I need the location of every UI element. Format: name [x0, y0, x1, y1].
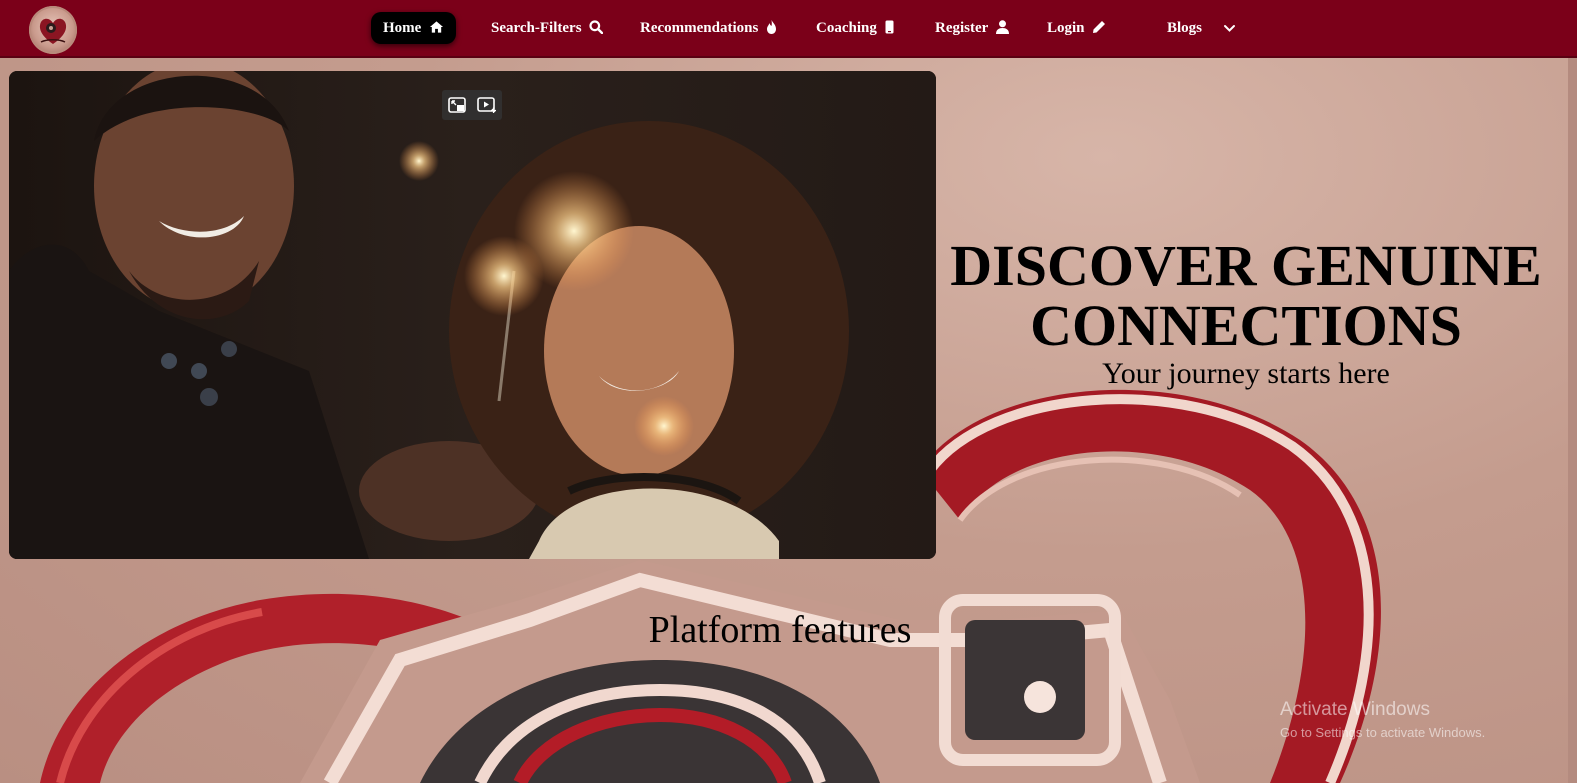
fire-icon [767, 20, 777, 34]
nav-register-label: Register [935, 20, 989, 36]
video-controls [442, 90, 502, 120]
activation-line2: Go to Settings to activate Windows. [1280, 725, 1486, 740]
nav-recommendations[interactable]: Recommendations [640, 12, 777, 44]
home-icon [430, 21, 444, 33]
hero-video[interactable] [9, 71, 936, 559]
nav-coaching[interactable]: Coaching [816, 12, 894, 44]
nav-register[interactable]: Register [935, 12, 1009, 44]
hero-title: DISCOVER GENUINE CONNECTIONS [950, 233, 1542, 358]
nav-search-filters-label: Search-Filters [491, 20, 582, 36]
nav-search-filters[interactable]: Search-Filters [491, 12, 604, 44]
nav-recommendations-label: Recommendations [640, 20, 759, 36]
phone-icon [885, 20, 894, 34]
chevron-down-icon [1223, 25, 1235, 32]
nav-blogs-label: Blogs [1167, 20, 1203, 36]
picture-in-picture-icon[interactable] [446, 94, 468, 116]
nav-home-label: Home [383, 20, 422, 36]
activation-line1: Activate Windows [1280, 699, 1430, 720]
windows-activation-watermark: Activate Windows Go to Settings to activ… [1280, 698, 1485, 742]
nav-coaching-label: Coaching [816, 20, 877, 36]
site-logo[interactable] [29, 6, 77, 54]
nav-blogs[interactable]: Blogs [1167, 12, 1236, 44]
nav-login[interactable]: Login [1047, 12, 1106, 44]
nav-home[interactable]: Home [371, 12, 457, 44]
platform-features-title: Platform features [648, 609, 912, 651]
user-icon [995, 20, 1009, 34]
hero-subtitle: Your journey starts here [1102, 357, 1390, 390]
video-play-icon[interactable] [475, 94, 497, 116]
top-navbar: Home Search-Filters Recommendations Coac… [0, 0, 1577, 58]
video-frame [9, 71, 936, 559]
pencil-icon [1093, 21, 1106, 33]
nav-login-label: Login [1047, 20, 1085, 36]
page-scrollbar[interactable] [1568, 58, 1577, 783]
search-icon [589, 20, 604, 35]
